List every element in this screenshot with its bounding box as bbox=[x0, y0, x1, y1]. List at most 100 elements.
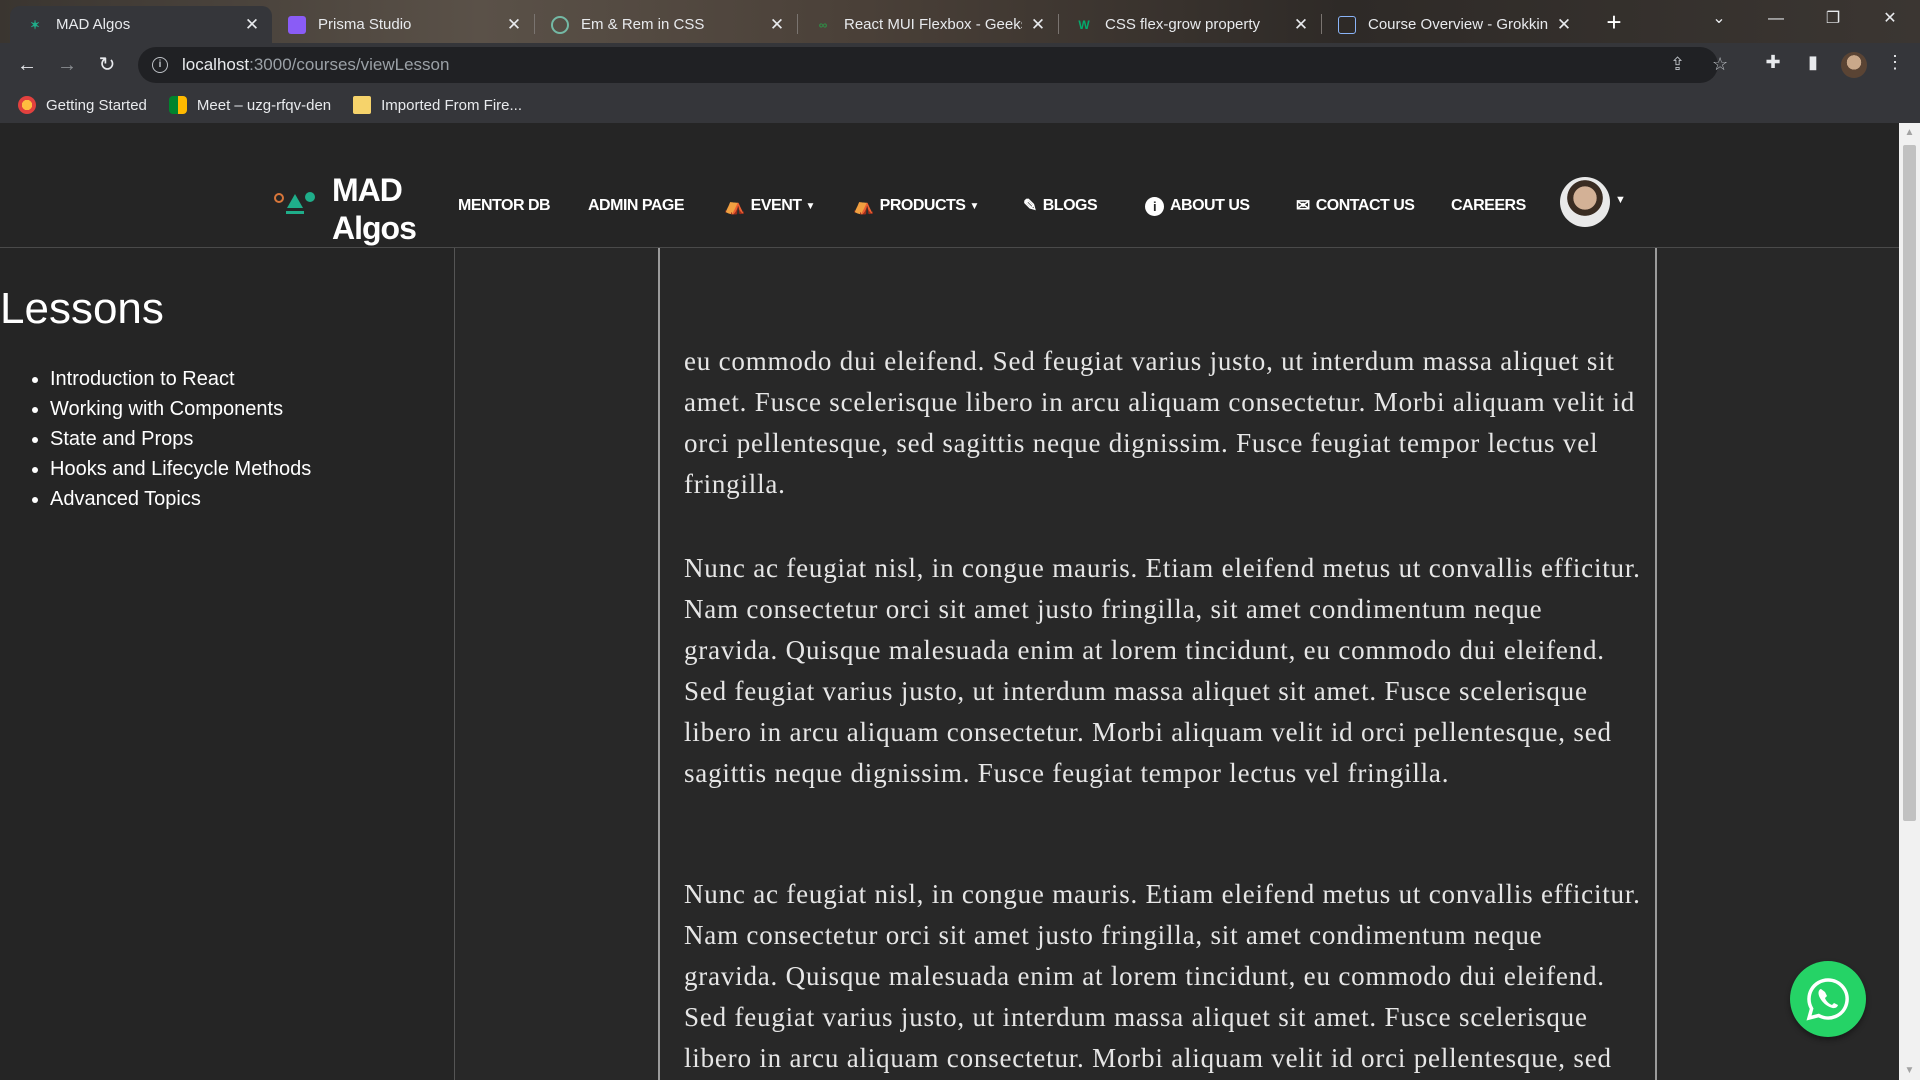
close-tab-icon[interactable]: ✕ bbox=[1028, 15, 1048, 35]
mail-icon: ✉ bbox=[1296, 196, 1310, 215]
nav-careers[interactable]: CAREERS bbox=[1451, 191, 1526, 221]
nav-label: CAREERS bbox=[1451, 197, 1526, 214]
back-icon[interactable]: ← bbox=[12, 50, 42, 80]
lesson-paragraph: Nunc ac feugiat nisl, in congue mauris. … bbox=[684, 553, 1641, 788]
user-avatar[interactable] bbox=[1560, 177, 1610, 227]
logo-line: MAD bbox=[332, 172, 403, 208]
close-tab-icon[interactable]: ✕ bbox=[1291, 15, 1311, 35]
bookmark-label: Getting Started bbox=[46, 96, 147, 114]
tab-title: Em & Rem in CSS bbox=[581, 16, 705, 33]
tab-course-overview[interactable]: Course Overview - Grokkinc ✕ bbox=[1322, 6, 1584, 43]
tab-prisma-studio[interactable]: Prisma Studio ✕ bbox=[272, 6, 534, 43]
site-info-icon[interactable]: i bbox=[152, 57, 168, 73]
lesson-paragraph: Nunc ac feugiat nisl, in congue mauris. … bbox=[684, 879, 1641, 1073]
scrollbar-thumb[interactable] bbox=[1903, 145, 1916, 821]
new-tab-icon[interactable]: + bbox=[1599, 8, 1629, 38]
browser-toolbar: ← → ↻ i localhost:3000/courses/viewLesso… bbox=[0, 43, 1920, 87]
tab-react-mui[interactable]: ∞ React MUI Flexbox - Geeksf ✕ bbox=[798, 6, 1058, 43]
nav-label: ABOUT US bbox=[1170, 197, 1250, 214]
lesson-item[interactable]: Introduction to React bbox=[50, 364, 311, 394]
nav-label: ADMIN PAGE bbox=[588, 197, 685, 214]
products-icon: ⛺ bbox=[853, 196, 874, 215]
whatsapp-icon bbox=[1806, 978, 1849, 1021]
url-host: localhost bbox=[182, 55, 250, 74]
chevron-down-icon: ▼ bbox=[969, 200, 979, 212]
side-panel-icon[interactable]: ▮ bbox=[1800, 52, 1826, 73]
tab-em-rem[interactable]: Em & Rem in CSS ✕ bbox=[535, 6, 797, 43]
tab-mad-algos[interactable]: ✶ MAD Algos ✕ bbox=[10, 6, 272, 43]
mad-algos-favicon-icon: ✶ bbox=[29, 17, 41, 32]
lesson-item[interactable]: State and Props bbox=[50, 424, 311, 454]
close-window-icon[interactable]: ✕ bbox=[1870, 4, 1910, 34]
nav-label: BLOGS bbox=[1042, 197, 1098, 214]
close-tab-icon[interactable]: ✕ bbox=[1554, 15, 1574, 35]
firefox-icon bbox=[18, 96, 36, 114]
bookmark-meet[interactable]: Meet – uzg-rfqv-den bbox=[168, 96, 331, 114]
lesson-list: Introduction to React Working with Compo… bbox=[50, 364, 311, 514]
nav-label: EVENT bbox=[750, 197, 802, 214]
info-icon: i bbox=[1145, 196, 1164, 216]
bookmarks-bar: Getting Started Meet – uzg-rfqv-den Impo… bbox=[0, 87, 1920, 123]
site-header: MAD Algos MENTOR DB ADMIN PAGE ⛺ EVENT ▼… bbox=[0, 123, 1899, 248]
lesson-paragraph: eu commodo dui eleifend. Sed feugiat var… bbox=[684, 346, 1636, 499]
tab-title: Prisma Studio bbox=[318, 16, 412, 33]
tab-title: Course Overview - Grokkinc bbox=[1368, 16, 1548, 33]
menu-kebab-icon[interactable]: ⋮ bbox=[1882, 52, 1908, 73]
mad-algos-logo-icon[interactable] bbox=[274, 190, 316, 220]
nav-event[interactable]: ⛺ EVENT ▼ bbox=[724, 191, 815, 221]
edit-icon: ✎ bbox=[1023, 196, 1037, 215]
logo-line: Algos bbox=[332, 210, 417, 246]
tab-search-icon[interactable]: ⌄ bbox=[1699, 4, 1739, 34]
sidebar-title: Lessons bbox=[0, 284, 164, 333]
close-tab-icon[interactable]: ✕ bbox=[242, 15, 262, 35]
prisma-favicon-icon bbox=[288, 15, 306, 34]
lesson-item[interactable]: Hooks and Lifecycle Methods bbox=[50, 454, 311, 484]
restore-icon[interactable]: ❐ bbox=[1813, 4, 1853, 34]
reload-icon[interactable]: ↻ bbox=[92, 50, 122, 80]
share-icon[interactable]: ⇪ bbox=[1670, 54, 1685, 75]
scroll-up-icon[interactable]: ▲ bbox=[1899, 127, 1920, 138]
nav-products[interactable]: ⛺ PRODUCTS ▼ bbox=[853, 191, 979, 221]
lessons-sidebar: Lessons Introduction to React Working wi… bbox=[0, 248, 455, 1080]
nav-about-us[interactable]: i ABOUT US bbox=[1145, 191, 1250, 221]
nav-label: PRODUCTS bbox=[879, 197, 966, 214]
bookmark-imported-folder[interactable]: Imported From Fire... bbox=[353, 96, 522, 114]
close-tab-icon[interactable]: ✕ bbox=[504, 15, 524, 35]
chevron-down-icon: ▼ bbox=[805, 200, 816, 212]
nav-mentor-db[interactable]: MENTOR DB bbox=[458, 191, 551, 221]
lesson-item[interactable]: Working with Components bbox=[50, 394, 311, 424]
tab-css-flex-grow[interactable]: W CSS flex-grow property ✕ bbox=[1059, 6, 1321, 43]
url-path: :3000/courses/viewLesson bbox=[249, 55, 450, 74]
tab-title: React MUI Flexbox - Geeksf bbox=[844, 16, 1022, 33]
bookmark-star-icon[interactable]: ☆ bbox=[1712, 54, 1728, 75]
scroll-down-icon[interactable]: ▼ bbox=[1899, 1065, 1920, 1076]
nav-label: MENTOR DB bbox=[458, 197, 551, 214]
page-viewport: eu commodo dui eleifend. Sed feugiat var… bbox=[0, 123, 1899, 1080]
w3schools-favicon-icon: W bbox=[1078, 17, 1090, 32]
educative-favicon-icon bbox=[1338, 15, 1356, 34]
nav-blogs[interactable]: ✎ BLOGS bbox=[1023, 191, 1098, 221]
bookmark-label: Imported From Fire... bbox=[381, 96, 522, 114]
nav-contact-us[interactable]: ✉ CONTACT US bbox=[1296, 191, 1415, 221]
tab-title: CSS flex-grow property bbox=[1105, 16, 1261, 33]
address-bar[interactable]: i localhost:3000/courses/viewLesson ⇪ ☆ bbox=[138, 47, 1728, 83]
minimize-icon[interactable]: — bbox=[1756, 4, 1796, 34]
bookmark-getting-started[interactable]: Getting Started bbox=[18, 96, 147, 114]
site-logo-text[interactable]: MAD Algos bbox=[332, 171, 417, 247]
chatgpt-favicon-icon bbox=[551, 15, 569, 34]
lesson-content-card: eu commodo dui eleifend. Sed feugiat var… bbox=[658, 153, 1657, 1080]
chevron-down-icon[interactable]: ▼ bbox=[1615, 194, 1626, 206]
browser-tab-strip: ✶ MAD Algos ✕ Prisma Studio ✕ Em & Rem i… bbox=[0, 0, 1920, 43]
meet-icon bbox=[168, 96, 187, 114]
nav-label: CONTACT US bbox=[1315, 197, 1415, 214]
profile-avatar[interactable] bbox=[1841, 52, 1867, 78]
lesson-item[interactable]: Advanced Topics bbox=[50, 484, 311, 514]
folder-icon bbox=[353, 96, 372, 114]
extensions-icon[interactable]: ✚ bbox=[1760, 52, 1786, 73]
page-scrollbar[interactable]: ▲ ▼ bbox=[1899, 123, 1920, 1080]
nav-admin-page[interactable]: ADMIN PAGE bbox=[588, 191, 685, 221]
forward-icon[interactable]: → bbox=[52, 50, 82, 80]
close-tab-icon[interactable]: ✕ bbox=[767, 15, 787, 35]
geeksforgeeks-favicon-icon: ∞ bbox=[818, 17, 828, 32]
whatsapp-button[interactable] bbox=[1790, 961, 1866, 1037]
